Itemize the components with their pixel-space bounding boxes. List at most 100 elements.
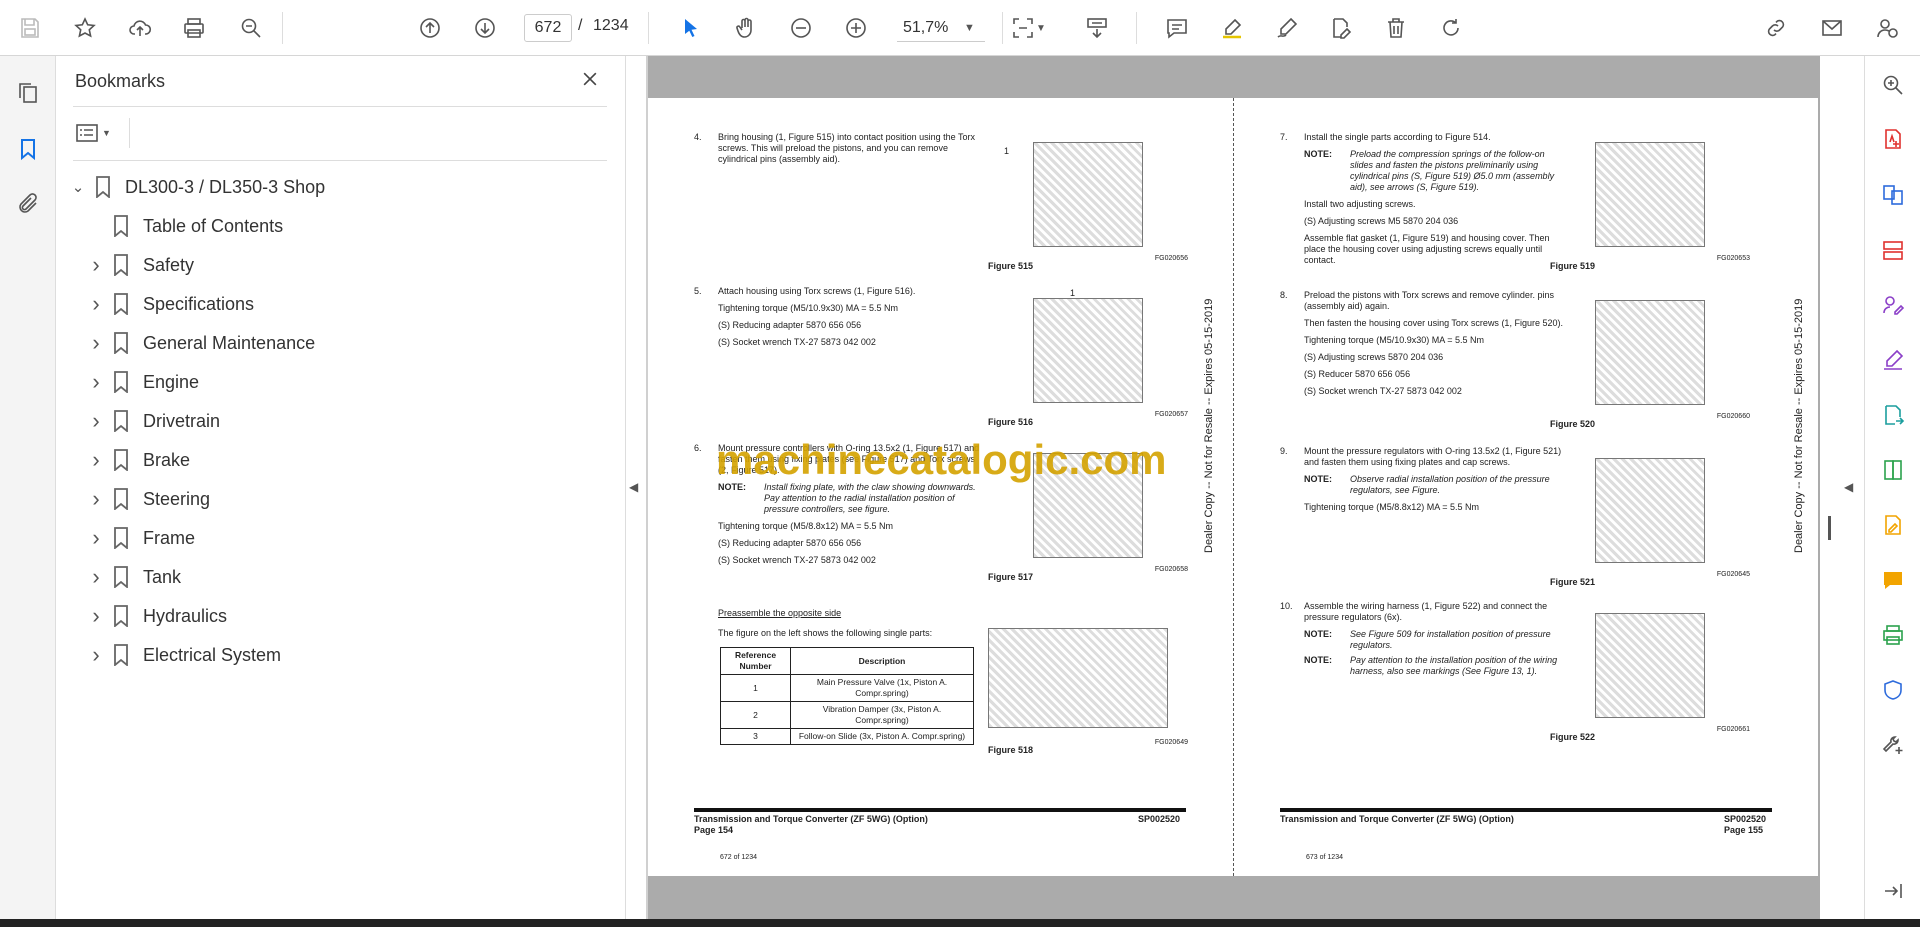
figure-caption: Figure 519: [1550, 261, 1596, 271]
note-text: Observe radial installation position of …: [1350, 474, 1550, 495]
chevron-right-icon[interactable]: ›: [87, 642, 105, 668]
list-options-icon: [76, 124, 98, 142]
figure-illustration: [1595, 613, 1705, 718]
comment-icon[interactable]: [1160, 11, 1194, 45]
bookmark-item[interactable]: › Specifications: [87, 289, 254, 319]
share-link-icon[interactable]: [1759, 11, 1793, 45]
zoom-out-icon[interactable]: [784, 11, 818, 45]
edit-document-icon[interactable]: [1324, 11, 1358, 45]
expand-panel-icon[interactable]: [1876, 874, 1910, 908]
print-production-icon[interactable]: [1876, 618, 1910, 652]
zoom-search-icon[interactable]: [1876, 68, 1910, 102]
chevron-down-icon[interactable]: ▼: [964, 14, 975, 42]
chevron-down-icon[interactable]: ⌄: [69, 178, 87, 196]
tool-spec: (S) Socket wrench TX-27 5873 042 002: [718, 555, 876, 565]
upload-cloud-icon[interactable]: [123, 11, 157, 45]
note-label: NOTE:: [718, 482, 746, 492]
bookmark-label: Hydraulics: [143, 605, 228, 626]
bookmark-item[interactable]: › Frame: [87, 523, 195, 553]
sign-pen-icon[interactable]: [1876, 343, 1910, 377]
export-pdf-icon[interactable]: [1876, 398, 1910, 432]
more-tools-icon[interactable]: [1876, 728, 1910, 762]
collapse-panel-icon[interactable]: ◀: [629, 480, 643, 498]
chevron-right-icon[interactable]: ›: [87, 564, 105, 590]
compare-files-icon[interactable]: [1876, 453, 1910, 487]
step-text: Bring housing (1, Figure 515) into conta…: [718, 132, 975, 164]
rotate-icon[interactable]: [1434, 11, 1468, 45]
chevron-right-icon[interactable]: ›: [87, 486, 105, 512]
step-text: Assemble the wiring harness (1, Figure 5…: [1304, 601, 1548, 622]
chevron-right-icon[interactable]: ›: [87, 603, 105, 629]
page-total: 1234: [593, 17, 629, 34]
bookmark-item[interactable]: › Electrical System: [87, 640, 281, 670]
account-icon[interactable]: [1870, 11, 1904, 45]
chevron-right-icon[interactable]: ›: [87, 252, 105, 278]
bookmark-item[interactable]: › Safety: [87, 250, 194, 280]
bookmark-item[interactable]: › Hydraulics: [87, 601, 227, 631]
divider: [73, 106, 607, 107]
page-thumbnails-icon[interactable]: [11, 76, 45, 110]
bookmark-label: Table of Contents: [143, 215, 284, 236]
bookmark-item[interactable]: › Brake: [87, 445, 190, 475]
main-toolbar: 672 / 1234 51,7% ▼ ▼: [0, 0, 1920, 56]
figure-code: FG020645: [1716, 571, 1750, 578]
figure-illustration: [1033, 142, 1143, 247]
chevron-down-icon[interactable]: ▼: [1031, 11, 1051, 45]
delete-trash-icon[interactable]: [1379, 11, 1413, 45]
highlight-pen-icon[interactable]: [1215, 11, 1249, 45]
bookmark-root[interactable]: ⌄ DL300-3 / DL350-3 Shop: [69, 172, 325, 202]
bookmark-item[interactable]: › General Maintenance: [87, 328, 315, 358]
attachment-icon[interactable]: [11, 187, 45, 221]
protect-shield-icon[interactable]: [1876, 673, 1910, 707]
note-text: Preload the compression springs of the f…: [1350, 149, 1555, 192]
save-icon[interactable]: [13, 11, 47, 45]
chevron-right-icon[interactable]: ›: [87, 447, 105, 473]
bookmark-options-button[interactable]: ▼: [75, 120, 119, 146]
bookmark-item[interactable]: Table of Contents: [87, 211, 283, 241]
print-icon[interactable]: [177, 11, 211, 45]
chevron-right-icon[interactable]: ›: [87, 369, 105, 395]
close-icon[interactable]: [577, 66, 603, 92]
create-pdf-icon[interactable]: [1876, 122, 1910, 156]
collapse-right-panel-icon[interactable]: ◀: [1844, 480, 1853, 494]
prev-page-icon[interactable]: [413, 11, 447, 45]
chevron-right-icon[interactable]: ›: [87, 408, 105, 434]
section-heading: Preassemble the opposite side: [718, 608, 842, 618]
star-icon[interactable]: [68, 11, 102, 45]
draw-signature-icon[interactable]: [1270, 11, 1304, 45]
bookmark-label: DL300-3 / DL350-3 Shop: [125, 176, 326, 197]
bookmark-label: Steering: [143, 488, 211, 509]
zoom-in-icon[interactable]: [839, 11, 873, 45]
bookmark-item[interactable]: › Tank: [87, 562, 181, 592]
note-label: NOTE:: [1304, 474, 1332, 484]
chevron-right-icon[interactable]: ›: [87, 291, 105, 317]
page-number-input[interactable]: 672: [524, 14, 572, 42]
edit-pdf-icon[interactable]: [1876, 508, 1910, 542]
scrollbar-thumb[interactable]: [1828, 516, 1831, 540]
footer-title: Transmission and Torque Converter (ZF 5W…: [694, 814, 928, 824]
bookmark-icon: [113, 566, 129, 588]
email-icon[interactable]: [1815, 11, 1849, 45]
bookmark-item[interactable]: › Drivetrain: [87, 406, 220, 436]
chevron-right-icon[interactable]: ›: [87, 330, 105, 356]
bookmarks-icon[interactable]: [11, 132, 45, 166]
tool-spec: (S) Socket wrench TX-27 5873 042 002: [1304, 386, 1462, 396]
combine-files-icon[interactable]: [1876, 178, 1910, 212]
hand-tool-icon[interactable]: [729, 11, 763, 45]
figure-caption: Figure 516: [988, 417, 1034, 427]
scroll-mode-icon[interactable]: [1080, 11, 1114, 45]
next-page-icon[interactable]: [468, 11, 502, 45]
bookmark-item[interactable]: › Steering: [87, 484, 210, 514]
table-cell: Follow-on Slide (3x, Piston A. Compr.spr…: [790, 728, 974, 745]
chevron-right-icon[interactable]: ›: [87, 525, 105, 551]
bookmark-icon: [113, 605, 129, 627]
figure-code: FG020653: [1716, 255, 1750, 262]
fill-sign-icon[interactable]: [1876, 288, 1910, 322]
comment-tool-icon[interactable]: [1876, 563, 1910, 597]
select-cursor-icon[interactable]: [674, 11, 708, 45]
step-number: 5.: [694, 286, 702, 296]
organize-pages-icon[interactable]: [1876, 233, 1910, 267]
figure-caption: Figure 515: [988, 261, 1034, 271]
zoom-search-icon[interactable]: [234, 11, 268, 45]
bookmark-item[interactable]: › Engine: [87, 367, 199, 397]
